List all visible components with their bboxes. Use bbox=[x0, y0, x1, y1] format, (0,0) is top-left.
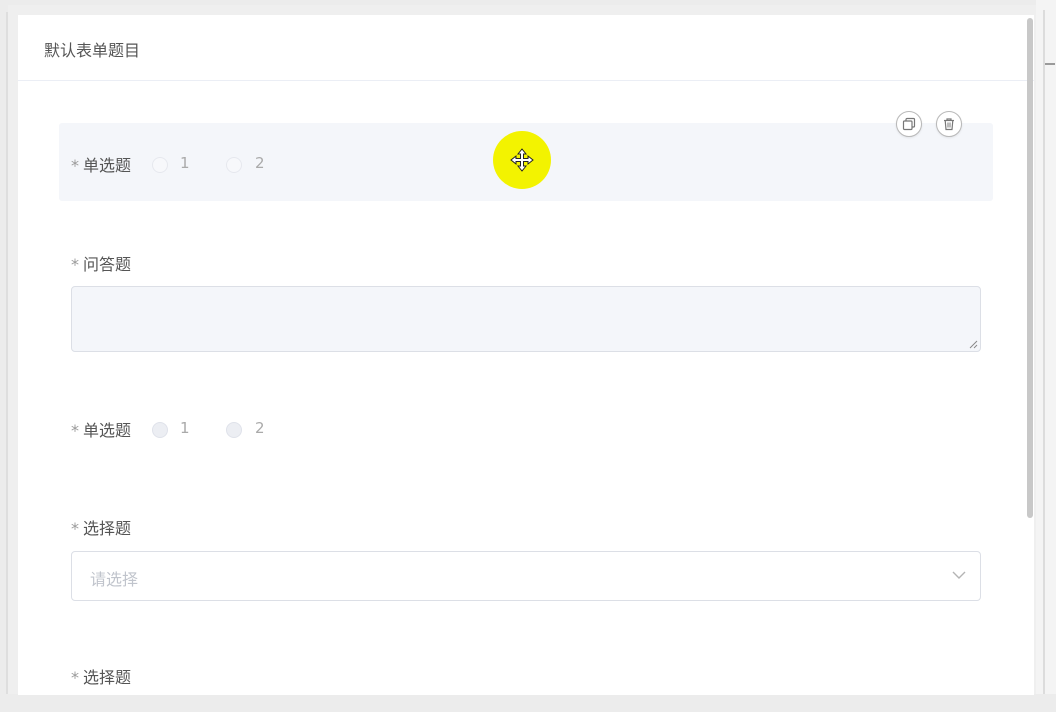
resize-grip-icon[interactable] bbox=[968, 339, 978, 349]
form-title: 默认表单题目 bbox=[44, 41, 141, 60]
question-label-radio-1: * 单选题 bbox=[71, 156, 132, 175]
question-label-select-1: * 选择题 bbox=[71, 519, 132, 538]
radio-option-2[interactable] bbox=[226, 422, 242, 438]
question-label-select-2: * 选择题 bbox=[71, 668, 132, 687]
radio-option-1-label: 1 bbox=[180, 154, 190, 172]
select-placeholder: 请选择 bbox=[90, 570, 139, 589]
copy-icon bbox=[902, 117, 916, 131]
select-dropdown[interactable]: 请选择 bbox=[71, 551, 981, 601]
move-cursor-icon bbox=[510, 148, 534, 172]
question-label-textarea: * 问答题 bbox=[71, 255, 132, 274]
form-header: 默认表单题目 bbox=[18, 15, 1034, 81]
delete-question-button[interactable] bbox=[936, 111, 962, 137]
radio-option-2-label: 2 bbox=[255, 154, 265, 172]
answer-textarea[interactable] bbox=[71, 286, 981, 352]
radio-option-1[interactable] bbox=[152, 157, 168, 173]
gutter-marker bbox=[1045, 63, 1055, 65]
left-border bbox=[0, 0, 8, 712]
trash-icon bbox=[944, 118, 954, 131]
question-label-radio-2: * 单选题 bbox=[71, 421, 132, 440]
radio-option-1-label: 1 bbox=[180, 419, 190, 437]
radio-option-1[interactable] bbox=[152, 422, 168, 438]
chevron-down-icon bbox=[952, 571, 966, 579]
copy-question-button[interactable] bbox=[896, 111, 922, 137]
window-top-edge bbox=[0, 0, 1056, 5]
radio-option-2-label: 2 bbox=[255, 419, 265, 437]
radio-option-2[interactable] bbox=[226, 157, 242, 173]
form-panel: 默认表单题目 * 单选题 1 2 * 问答题 * 单选题 1 2 * 选择题 请… bbox=[18, 15, 1034, 695]
required-mark: * bbox=[71, 156, 79, 175]
vertical-scrollbar[interactable] bbox=[1027, 18, 1033, 518]
right-gutter bbox=[1036, 0, 1056, 712]
window-bottom-edge bbox=[0, 694, 1056, 712]
cursor-highlight bbox=[493, 131, 551, 189]
